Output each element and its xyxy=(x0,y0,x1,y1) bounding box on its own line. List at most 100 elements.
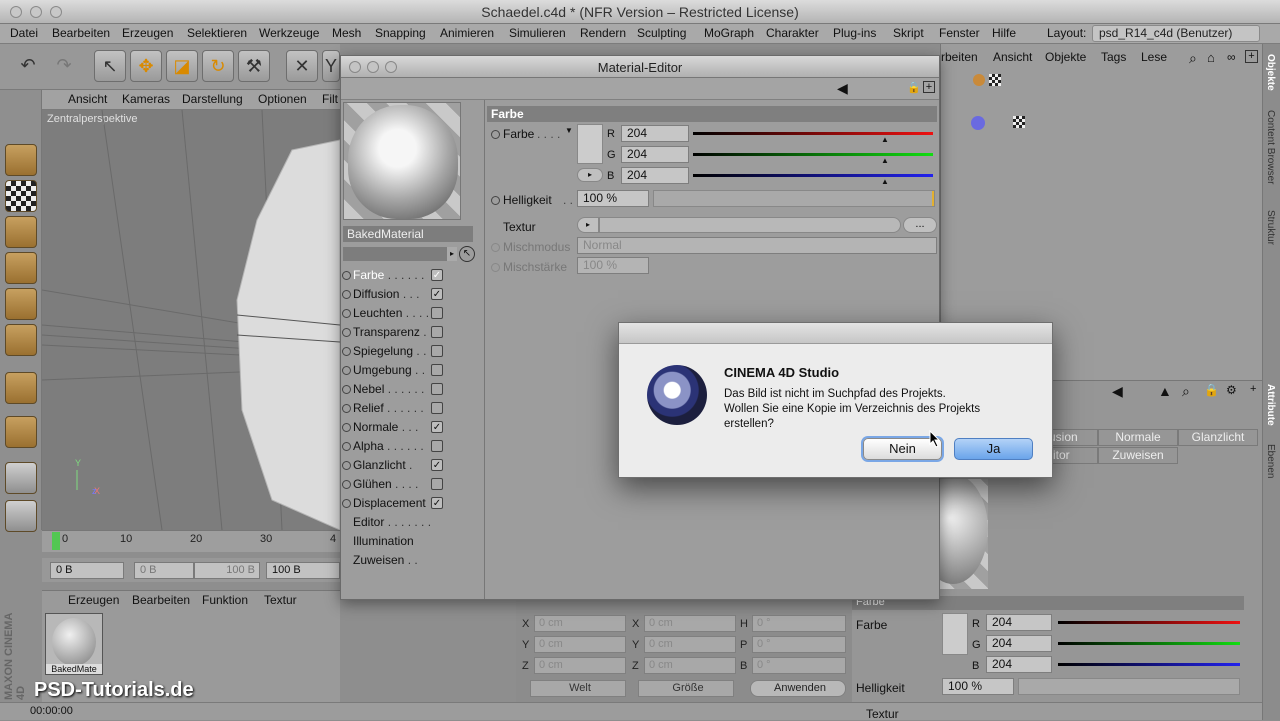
max-frame-field[interactable]: 100 B xyxy=(266,562,340,579)
coord-pos-x[interactable]: 0 cm xyxy=(534,615,626,632)
attr-tab-zuweisen[interactable]: Zuweisen xyxy=(1098,447,1178,464)
menu-snapping[interactable]: Snapping xyxy=(375,26,426,40)
edges-mode-icon[interactable] xyxy=(5,288,37,320)
animate-radio-icon[interactable] xyxy=(491,196,500,205)
back-arrow-icon[interactable]: ◀ xyxy=(837,80,848,97)
animate-radio-icon[interactable] xyxy=(491,130,500,139)
channel-checkbox[interactable] xyxy=(431,326,443,338)
objmgr-menu-lesezeichen[interactable]: Lese xyxy=(1141,50,1167,64)
menu-plugins[interactable]: Plug-ins xyxy=(833,26,876,40)
menu-mesh[interactable]: Mesh xyxy=(332,26,361,40)
channel-radio-icon[interactable] xyxy=(342,328,351,337)
channel-radio-icon[interactable] xyxy=(342,480,351,489)
channel-checkbox[interactable]: ✓ xyxy=(431,269,443,281)
channel-radio-icon[interactable] xyxy=(342,385,351,394)
yes-button[interactable]: Ja xyxy=(954,438,1033,460)
channel-item[interactable]: Relief . . . . . . xyxy=(341,399,483,418)
matmgr-menu-bearbeiten[interactable]: Bearbeiten xyxy=(132,593,190,607)
x-axis-icon[interactable]: ✕ xyxy=(286,50,318,82)
menu-mograph[interactable]: MoGraph xyxy=(704,26,754,40)
channel-item[interactable]: Alpha . . . . . . xyxy=(341,437,483,456)
expand-arrow-icon[interactable]: ▸ xyxy=(447,247,457,261)
objmgr-menu-objekte[interactable]: Objekte xyxy=(1045,50,1086,64)
menu-rendern[interactable]: Rendern xyxy=(580,26,626,40)
menu-charakter[interactable]: Charakter xyxy=(766,26,819,40)
attr-brightness-slider[interactable] xyxy=(1018,678,1240,695)
coord-rot-p[interactable]: 0 ° xyxy=(752,636,846,653)
editor-section-item[interactable]: Editor . . . . . . . xyxy=(341,513,483,532)
range-start-field[interactable]: 0 B xyxy=(134,562,194,579)
channel-radio-icon[interactable] xyxy=(342,442,351,451)
channel-item[interactable]: Spiegelung . . xyxy=(341,342,483,361)
red-slider-handle-icon[interactable]: ▲ xyxy=(881,135,889,144)
texture-browse-button[interactable]: ... xyxy=(903,217,937,233)
channel-radio-icon[interactable] xyxy=(342,499,351,508)
channel-checkbox[interactable] xyxy=(431,440,443,452)
model-mode-icon[interactable] xyxy=(5,144,37,176)
blend-mode-select[interactable]: Normal xyxy=(577,237,937,254)
viewport-menu-kameras[interactable]: Kameras xyxy=(122,92,170,106)
menu-animieren[interactable]: Animieren xyxy=(440,26,494,40)
material-thumbnail[interactable]: BakedMate xyxy=(45,613,103,675)
editor-section-item[interactable]: Illumination xyxy=(341,532,483,551)
color-mode-toggle-icon[interactable]: ▸ xyxy=(577,168,603,182)
viewport-menu-ansicht[interactable]: Ansicht xyxy=(68,92,107,106)
menu-bearbeiten[interactable]: Bearbeiten xyxy=(52,26,110,40)
objmgr-menu-ansicht[interactable]: Ansicht xyxy=(993,50,1032,64)
search-icon[interactable]: ⌕ xyxy=(1189,50,1197,67)
tab-ebenen[interactable]: Ebenen xyxy=(1265,444,1276,478)
viewport-menu-darstellung[interactable]: Darstellung xyxy=(182,92,243,106)
channel-item[interactable]: Nebel . . . . . . xyxy=(341,380,483,399)
timeline-playhead[interactable] xyxy=(52,532,60,550)
layout-select[interactable]: psd_R14_c4d (Benutzer) xyxy=(1092,25,1260,42)
attr-tab-normale[interactable]: Normale xyxy=(1098,429,1178,446)
points-mode-icon[interactable] xyxy=(5,252,37,284)
red-slider[interactable] xyxy=(693,132,933,135)
object-tag-icon[interactable] xyxy=(973,74,985,86)
select-icon[interactable]: ↖ xyxy=(94,50,126,82)
attr-g-field[interactable]: 204 xyxy=(986,635,1052,652)
green-slider-handle-icon[interactable]: ▲ xyxy=(881,156,889,165)
channel-radio-icon[interactable] xyxy=(342,309,351,318)
axis-mode-icon[interactable] xyxy=(5,372,37,404)
new-panel-icon[interactable]: + xyxy=(1250,383,1256,395)
back-arrow-icon[interactable]: ◀ xyxy=(1112,383,1123,400)
channel-checkbox[interactable] xyxy=(431,307,443,319)
channel-checkbox[interactable]: ✓ xyxy=(431,421,443,433)
channel-item[interactable]: Umgebung . . xyxy=(341,361,483,380)
blue-value-field[interactable]: 204 xyxy=(621,167,689,184)
red-value-field[interactable]: 204 xyxy=(621,125,689,142)
viewport-menu-optionen[interactable]: Optionen xyxy=(258,92,307,106)
channel-item[interactable]: Leuchten . . . . xyxy=(341,304,483,323)
lock-icon[interactable]: 🔒 xyxy=(1204,383,1219,397)
channel-item[interactable]: Glühen . . . . xyxy=(341,475,483,494)
menu-erzeugen[interactable]: Erzeugen xyxy=(122,26,173,40)
blend-strength-field[interactable]: 100 % xyxy=(577,257,649,274)
coord-size-x[interactable]: 0 cm xyxy=(644,615,736,632)
menu-simulieren[interactable]: Simulieren xyxy=(509,26,566,40)
attr-r-slider[interactable] xyxy=(1058,621,1240,624)
coord-pos-y[interactable]: 0 cm xyxy=(534,636,626,653)
channel-item[interactable]: Displacement ✓ xyxy=(341,494,483,513)
channel-radio-icon[interactable] xyxy=(342,366,351,375)
texture-tag-icon[interactable] xyxy=(989,74,1001,86)
menu-sculpting[interactable]: Sculpting xyxy=(637,26,686,40)
tab-content-browser[interactable]: Content Browser xyxy=(1265,110,1276,184)
lock-icon[interactable]: 🔒 xyxy=(907,81,921,94)
y-axis-icon[interactable]: Y xyxy=(322,50,340,82)
coord-size-y[interactable]: 0 cm xyxy=(644,636,736,653)
channel-checkbox[interactable]: ✓ xyxy=(431,497,443,509)
channel-item[interactable]: Farbe . . . . . . ✓ xyxy=(341,266,483,285)
timeline[interactable]: 0 10 20 30 4 xyxy=(42,530,340,552)
new-panel-icon[interactable]: + xyxy=(923,81,935,93)
polygons-mode-icon[interactable] xyxy=(5,324,37,356)
link-icon[interactable]: ∞ xyxy=(1227,50,1236,64)
pick-cursor-icon[interactable]: ↖ xyxy=(459,246,475,262)
channel-radio-icon[interactable] xyxy=(342,271,351,280)
channel-checkbox[interactable]: ✓ xyxy=(431,459,443,471)
coord-pos-z[interactable]: 0 cm xyxy=(534,657,626,674)
matmgr-menu-erzeugen[interactable]: Erzeugen xyxy=(68,593,119,607)
coord-rot-b[interactable]: 0 ° xyxy=(752,657,846,674)
settings-icon[interactable]: ⚙ xyxy=(1226,383,1237,397)
brightness-slider[interactable] xyxy=(653,190,935,207)
